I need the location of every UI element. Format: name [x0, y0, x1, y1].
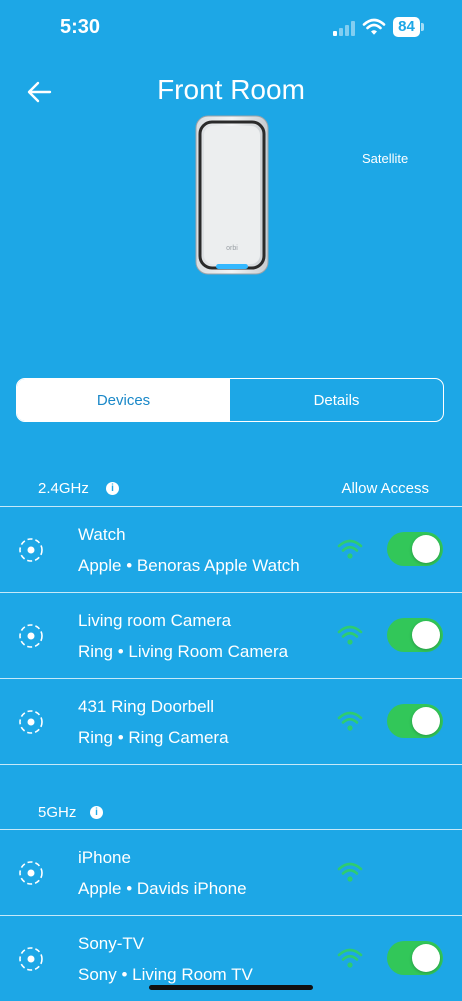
section-title: 2.4GHz	[38, 480, 89, 497]
device-subtitle: Ring • Living Room Camera	[78, 642, 289, 661]
device-icon	[19, 710, 43, 734]
info-icon[interactable]: i	[106, 482, 119, 495]
device-name: Watch	[78, 525, 126, 544]
cellular-signal-icon	[333, 20, 357, 36]
satellite-device-image: orbi	[195, 115, 269, 275]
allow-access-toggle[interactable]	[387, 532, 443, 566]
svg-text:orbi: orbi	[226, 245, 238, 252]
tab-devices[interactable]: Devices	[17, 379, 230, 421]
wifi-signal-icon	[337, 711, 363, 731]
device-row[interactable]: iPhone Apple • Davids iPhone	[0, 830, 462, 915]
device-subtitle: Sony • Living Room TV	[78, 965, 253, 984]
wifi-status-icon	[362, 18, 386, 35]
device-subtitle: Ring • Ring Camera	[78, 728, 229, 747]
device-row[interactable]: Living room Camera Ring • Living Room Ca…	[0, 593, 462, 678]
device-name: 431 Ring Doorbell	[78, 697, 215, 716]
allow-access-toggle[interactable]	[387, 618, 443, 652]
wifi-signal-icon	[337, 539, 363, 559]
allow-access-label: Allow Access	[341, 480, 429, 497]
device-name: Living room Camera	[78, 611, 232, 630]
allow-access-toggle[interactable]	[387, 704, 443, 738]
wifi-signal-icon	[337, 625, 363, 645]
home-indicator[interactable]	[149, 985, 313, 990]
tab-details[interactable]: Details	[230, 379, 443, 421]
divider	[0, 764, 462, 765]
page-title: Front Room	[157, 74, 305, 105]
device-role-label: Satellite	[362, 151, 409, 166]
device-name: Sony-TV	[78, 934, 145, 953]
device-icon	[19, 538, 43, 562]
device-row[interactable]: Watch Apple • Benoras Apple Watch	[0, 507, 462, 592]
info-icon[interactable]: i	[90, 806, 103, 819]
device-subtitle: Apple • Davids iPhone	[78, 879, 247, 898]
battery-level: 84	[398, 18, 415, 35]
device-name: iPhone	[78, 848, 131, 867]
tab-bar: Devices Details	[16, 378, 444, 422]
status-time: 5:30	[60, 16, 101, 38]
device-row[interactable]: 431 Ring Doorbell Ring • Ring Camera	[0, 679, 462, 764]
allow-access-toggle[interactable]	[387, 941, 443, 975]
section-title: 5GHz	[38, 804, 77, 821]
battery-icon: 84	[393, 17, 425, 37]
device-icon	[19, 947, 43, 971]
status-bar: 5:30 84	[0, 0, 462, 56]
wifi-signal-icon	[337, 862, 363, 882]
wifi-signal-icon	[337, 948, 363, 968]
device-subtitle: Apple • Benoras Apple Watch	[78, 556, 300, 575]
section-header-2-4ghz: 2.4GHz i Allow Access	[0, 471, 462, 507]
device-icon	[19, 624, 43, 648]
section-header-5ghz: 5GHz i	[0, 795, 462, 831]
device-icon	[19, 861, 43, 885]
